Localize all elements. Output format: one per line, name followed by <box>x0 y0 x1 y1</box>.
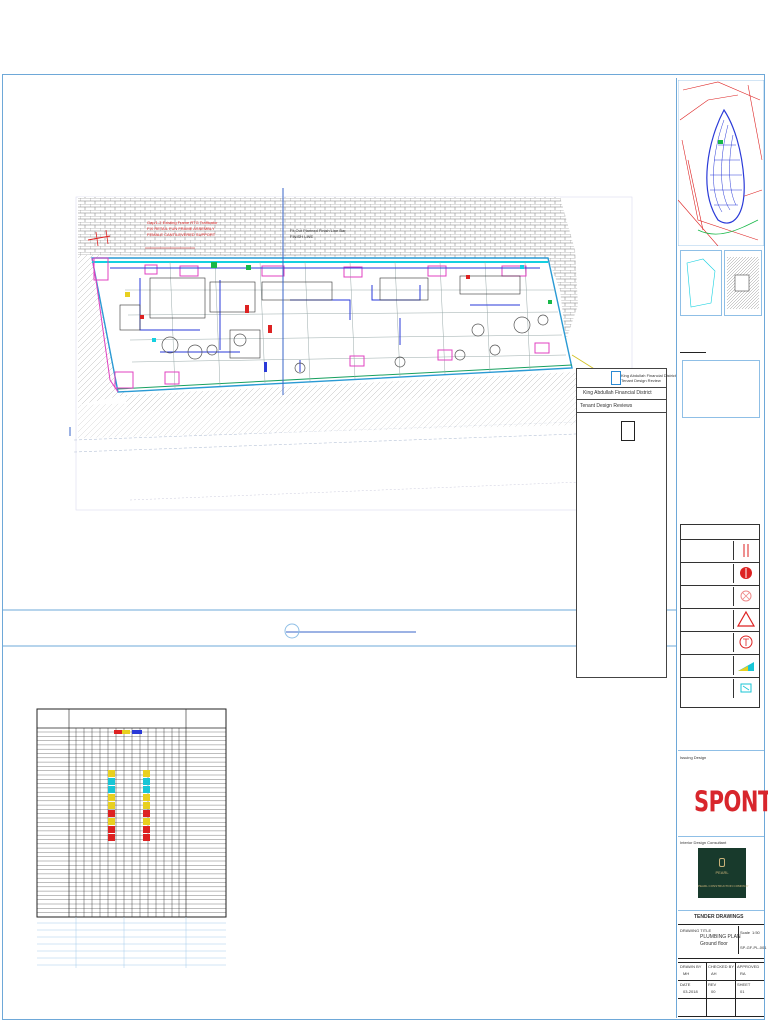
scale-label: Scale <box>740 930 751 935</box>
consultant-logo: PEARL PEARL CONSTRUCTION COMPANY <box>698 848 749 898</box>
location-district: King Abdullah Financial District <box>583 390 652 396</box>
legend-row-5 <box>681 631 759 655</box>
consultant-label: Interior Design Consultant <box>680 840 727 845</box>
pearl-icon <box>719 858 725 867</box>
key-plan-right <box>724 250 762 316</box>
title-line2: Ground floor <box>700 941 728 947</box>
cell-label-approved: APPROVED <box>737 964 760 969</box>
cell-label-sheet: SHEET <box>737 982 751 987</box>
key-plan-left <box>680 250 722 316</box>
location-stamp: King Abdullah Financial District Tenant … <box>576 368 676 678</box>
location-line2: Tenant Design Review <box>621 378 661 383</box>
location-logo-icon <box>611 371 621 385</box>
cell-label-checked: CHECKED BY <box>708 964 735 969</box>
note-red-2: FIX RETAIL FUN FRAME ASSEMBLY <box>147 226 215 231</box>
title-line1: PLUMBING PLAN <box>700 934 741 940</box>
cell-value-checked: AH <box>711 971 717 976</box>
client-logo: SPONTINI <box>694 786 768 819</box>
drawing-number: SP-GF-PL-001 <box>740 945 767 950</box>
legend-row-4 <box>681 608 759 632</box>
cell-value-drawn: MH <box>683 971 690 976</box>
cell-value-sheet: 01 <box>740 989 745 994</box>
cell-value-rev: 00 <box>711 989 716 994</box>
site-plan-thumbnail <box>678 80 764 246</box>
legend-row-6 <box>681 654 759 678</box>
cell-value-date: 03-2018 <box>683 989 698 994</box>
notes-panel <box>682 360 760 418</box>
scale-value: 1:50 <box>752 930 760 935</box>
note-red-1: Gap/1-2 Existing Frame RTG Trafficator <box>147 220 218 225</box>
cell-value-approved: RA <box>740 971 746 976</box>
cell-label-drawn: DRAWN BY <box>680 964 702 969</box>
client-label: Issuing Design <box>680 755 707 760</box>
legend-row-3 <box>681 585 759 609</box>
cell-label-rev: REV <box>708 982 717 987</box>
legend-row-1 <box>681 539 759 563</box>
note-top: Fit Out Planned Finish Line Bar <box>290 228 346 233</box>
sheet-status: TENDER DRAWINGS <box>694 914 744 920</box>
legend-row-2 <box>681 562 759 586</box>
info-grid: DRAWN BY MH CHECKED BY AH APPROVED RA DA… <box>678 962 764 1018</box>
note-red-3: FEMALE CANTILEVERED SUPPORT <box>147 232 216 237</box>
title-label: DRAWING TITLE <box>680 928 712 933</box>
location-review: Tenant Design Reviews <box>580 403 633 409</box>
legend-table <box>680 524 760 708</box>
stamp-box <box>621 421 635 441</box>
legend-row-7 <box>681 677 759 700</box>
notes-header-line <box>680 352 706 353</box>
cell-label-date: DATE <box>680 982 691 987</box>
note-top-sub: FINISH LINE <box>290 234 314 239</box>
fixture-schedule-table <box>36 708 227 968</box>
